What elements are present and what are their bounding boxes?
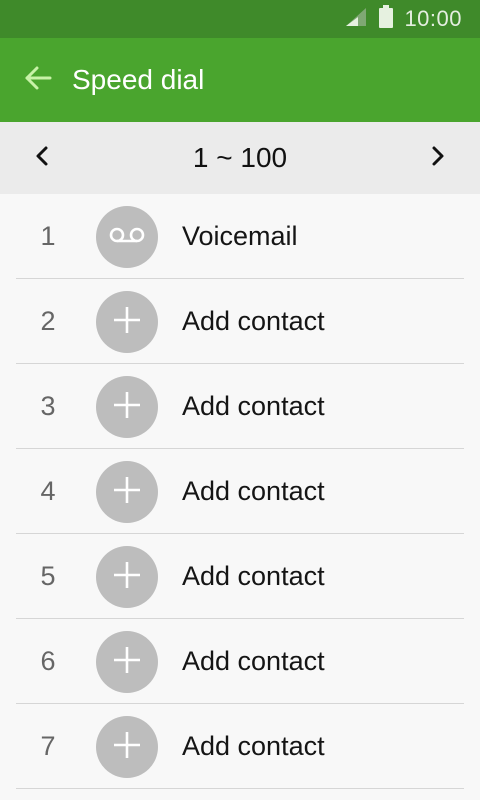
add-contact-avatar <box>96 376 158 438</box>
status-indicators: 10:00 <box>344 0 462 38</box>
speed-dial-row-3[interactable]: 3 Add contact <box>0 364 480 449</box>
speed-dial-label: Add contact <box>182 391 325 421</box>
speed-dial-list: 1 Voicemail 2 Add contact 3 Add contact … <box>0 194 480 789</box>
plus-icon <box>112 475 142 510</box>
speed-dial-number: 1 <box>40 221 56 251</box>
next-range-button[interactable] <box>416 136 460 180</box>
status-bar: 10:00 <box>0 0 480 38</box>
app-bar: Speed dial <box>0 38 480 122</box>
chevron-right-icon <box>430 145 446 172</box>
speed-dial-label: Voicemail <box>182 221 298 251</box>
speed-dial-row-1[interactable]: 1 Voicemail <box>0 194 480 279</box>
add-contact-avatar <box>96 461 158 523</box>
back-arrow-icon <box>24 64 52 97</box>
speed-dial-row-4[interactable]: 4 Add contact <box>0 449 480 534</box>
speed-dial-number: 4 <box>40 476 56 506</box>
row-divider <box>16 788 464 789</box>
speed-dial-number: 5 <box>40 561 56 591</box>
range-label: 1 ~ 100 <box>192 142 288 173</box>
page-title: Speed dial <box>72 64 205 95</box>
speed-dial-number: 2 <box>40 306 56 336</box>
add-contact-avatar <box>96 546 158 608</box>
plus-icon <box>112 390 142 425</box>
speed-dial-number: 7 <box>40 731 56 761</box>
voicemail-icon <box>109 227 145 248</box>
plus-icon <box>112 645 142 680</box>
speed-dial-row-6[interactable]: 6 Add contact <box>0 619 480 704</box>
battery-icon <box>378 4 394 34</box>
speed-dial-number: 3 <box>40 391 56 421</box>
speed-dial-label: Add contact <box>182 561 325 591</box>
speed-dial-label: Add contact <box>182 476 325 506</box>
add-contact-avatar <box>96 291 158 353</box>
speed-dial-label: Add contact <box>182 306 325 336</box>
speed-dial-row-2[interactable]: 2 Add contact <box>0 279 480 364</box>
speed-dial-label: Add contact <box>182 646 325 676</box>
range-selector: 1 ~ 100 <box>0 122 480 194</box>
speed-dial-label: Add contact <box>182 731 325 761</box>
voicemail-avatar <box>96 206 158 268</box>
plus-icon <box>112 560 142 595</box>
plus-icon <box>112 730 142 765</box>
speed-dial-number: 6 <box>40 646 56 676</box>
speed-dial-row-5[interactable]: 5 Add contact <box>0 534 480 619</box>
speed-dial-row-7[interactable]: 7 Add contact <box>0 704 480 789</box>
status-time: 10:00 <box>404 6 462 31</box>
add-contact-avatar <box>96 631 158 693</box>
add-contact-avatar <box>96 716 158 778</box>
signal-icon <box>344 6 368 33</box>
plus-icon <box>112 305 142 340</box>
back-button[interactable] <box>16 58 60 102</box>
